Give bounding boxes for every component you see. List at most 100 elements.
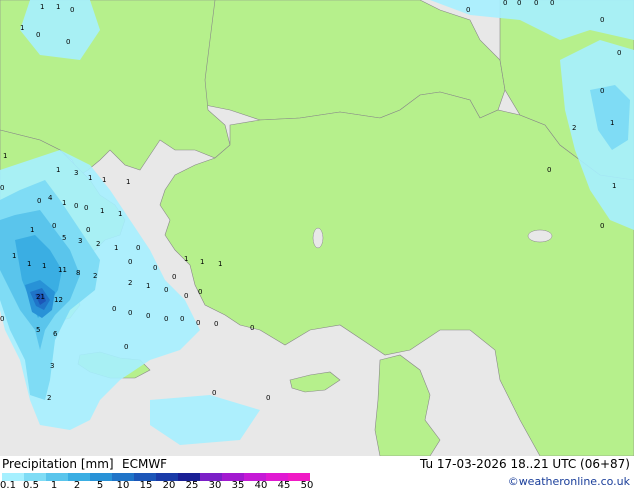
scale-tick-label: 45 — [277, 480, 291, 491]
precip-value: 0 — [172, 273, 176, 281]
precip-value: 0 — [250, 324, 254, 332]
scale-tick-label: 0.5 — [23, 480, 39, 491]
precip-value: 0 — [66, 38, 70, 46]
precip-value: 0 — [180, 315, 184, 323]
precip-value: 0 — [52, 222, 56, 230]
precip-value: 0 — [37, 197, 41, 205]
lake-tuz — [312, 227, 324, 249]
precip-value: 1 — [114, 244, 118, 252]
legend-bar: Precipitation [mm] ECMWF Tu 17-03-2026 1… — [0, 456, 634, 491]
precip-value: 2 — [93, 272, 97, 280]
precip-value: 0 — [153, 264, 157, 272]
precip-value: 1 — [27, 260, 31, 268]
precip-value: 0 — [0, 315, 4, 323]
precip-value: 1 — [56, 166, 60, 174]
precip-value: 0 — [0, 184, 4, 192]
precip-value: 0 — [198, 288, 202, 296]
precip-value: 1 — [126, 178, 130, 186]
precip-value: 5 — [62, 234, 66, 242]
precip-value: 1 — [610, 119, 614, 127]
precip-value: 1 — [56, 3, 60, 11]
precip-value: 0 — [164, 315, 168, 323]
precip-value: 0 — [112, 305, 116, 313]
precip-value: 0 — [84, 204, 88, 212]
precip-value: 0 — [124, 343, 128, 351]
precip-value: 0 — [70, 6, 74, 14]
precip-value: 5 — [36, 326, 40, 334]
precip-value: 1 — [200, 258, 204, 266]
precip-value: 0 — [146, 312, 150, 320]
credit-link[interactable]: ©weatheronline.co.uk — [508, 475, 630, 488]
scale-tick-label: 1 — [50, 480, 58, 491]
precip-value: 0 — [128, 309, 132, 317]
scale-tick-label: 15 — [139, 480, 153, 491]
precip-value: 3 — [74, 169, 78, 177]
precip-value: 2 — [96, 240, 100, 248]
precip-value: 3 — [78, 237, 82, 245]
precip-value: 1 — [62, 199, 66, 207]
scale-tick-label: 50 — [300, 480, 314, 491]
precip-value: 0 — [517, 0, 521, 7]
precip-value: 0 — [196, 319, 200, 327]
precip-value: 0 — [600, 222, 604, 230]
precip-value: 1 — [42, 262, 46, 270]
precip-value: 0 — [214, 320, 218, 328]
precip-value: 1 — [40, 3, 44, 11]
precip-value: 1 — [118, 210, 122, 218]
precip-value: 1 — [146, 282, 150, 290]
scale-tick-label: 0.1 — [0, 480, 16, 491]
precip-value: 1 — [30, 226, 34, 234]
scale-tick-label: 2 — [73, 480, 81, 491]
precip-value: 4 — [48, 194, 53, 202]
precip-value: 11 — [58, 266, 67, 274]
precip-value: 1 — [218, 260, 222, 268]
precip-value: 0 — [550, 0, 554, 7]
precip-value: 6 — [53, 330, 58, 338]
model-name: ECMWF — [122, 457, 168, 471]
precip-value: 0 — [136, 244, 140, 252]
precip-value: 0 — [212, 389, 216, 397]
precip-value: 0 — [600, 16, 604, 24]
scale-tick-label: 25 — [185, 480, 199, 491]
scale-tick-label: 30 — [208, 480, 222, 491]
lake-van — [527, 229, 553, 243]
scale-tick-label: 35 — [231, 480, 245, 491]
precip-value: 1 — [100, 207, 104, 215]
precip-value: 0 — [164, 286, 168, 294]
precip-value: 0 — [600, 87, 604, 95]
valid-time: Tu 17-03-2026 18..21 UTC (06+87) — [419, 457, 630, 471]
scale-tick-label: 40 — [254, 480, 268, 491]
scale-swatch — [46, 473, 68, 481]
scale-tick-label: 20 — [162, 480, 176, 491]
precip-value: 0 — [74, 202, 78, 210]
precip-value: 2 — [128, 279, 132, 287]
precip-value: 1 — [12, 252, 16, 260]
precip-value: 1 — [184, 255, 188, 263]
precip-value: 0 — [547, 166, 551, 174]
precip-value: 21 — [36, 293, 45, 301]
precip-value: 0 — [503, 0, 507, 7]
precip-value: 1 — [88, 174, 92, 182]
precipitation-map[interactable]: 1 1 0 1 0 0 0 0 0 0 0 0 0 0 0 0 2 1 1 0 … — [0, 0, 634, 456]
precip-value: 0 — [266, 394, 270, 402]
precip-value: 0 — [184, 292, 188, 300]
scale-tick-label: 10 — [116, 480, 130, 491]
precip-value: 1 — [102, 176, 106, 184]
precip-value: 3 — [50, 362, 54, 370]
precip-value: 0 — [466, 6, 470, 14]
scale-tick-label: 5 — [96, 480, 104, 491]
precip-value: 12 — [54, 296, 63, 304]
precip-value: 2 — [572, 124, 576, 132]
precip-value: 8 — [76, 269, 80, 277]
map-canvas: 1 1 0 1 0 0 0 0 0 0 0 0 0 0 0 0 2 1 1 0 … — [0, 0, 634, 456]
precip-value: 1 — [612, 182, 616, 190]
precip-value: 0 — [128, 258, 132, 266]
precip-value: 1 — [3, 152, 7, 160]
precip-value: 2 — [47, 394, 51, 402]
precip-value: 0 — [617, 49, 621, 57]
legend-title: Precipitation [mm] — [2, 457, 114, 471]
precip-value: 0 — [36, 31, 40, 39]
precip-value: 1 — [20, 24, 24, 32]
precip-value: 0 — [534, 0, 538, 7]
precip-value: 0 — [86, 226, 90, 234]
